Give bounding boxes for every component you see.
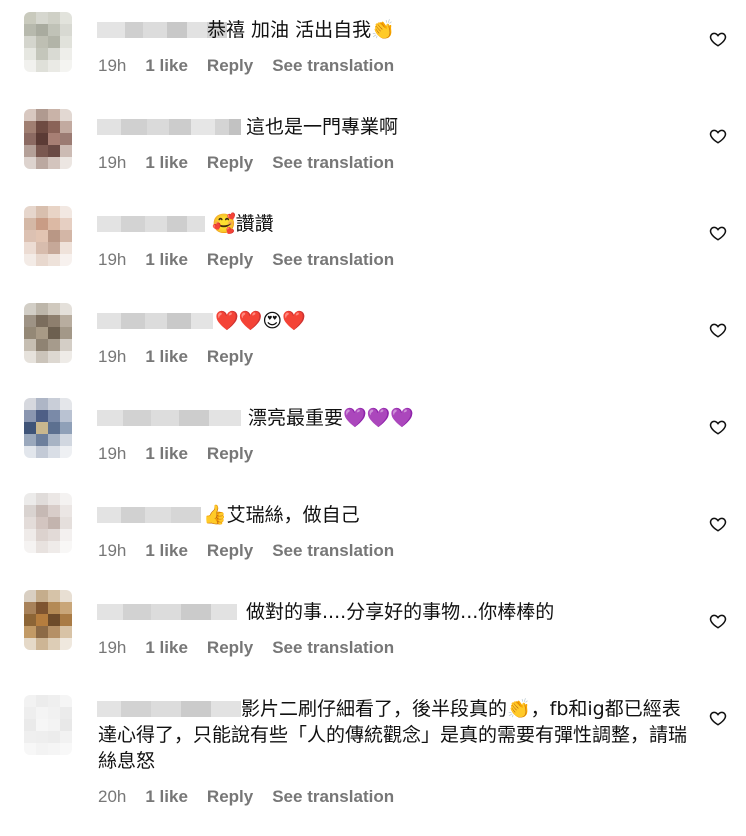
heart-outline-icon[interactable] bbox=[709, 612, 727, 630]
likes-count[interactable]: 1 like bbox=[145, 444, 188, 464]
reply-button[interactable]: Reply bbox=[207, 250, 253, 270]
heart-outline-icon[interactable] bbox=[709, 709, 727, 727]
reply-button[interactable]: Reply bbox=[207, 56, 253, 76]
timestamp: 19h bbox=[98, 153, 127, 172]
username-blurred[interactable] bbox=[97, 119, 241, 135]
avatar[interactable] bbox=[24, 493, 72, 553]
timestamp: 19h bbox=[98, 444, 127, 463]
avatar[interactable] bbox=[24, 398, 72, 458]
see-translation-button[interactable]: See translation bbox=[272, 153, 394, 173]
likes-count[interactable]: 1 like bbox=[145, 638, 188, 658]
comment-meta: 19h 1 like Reply See translation bbox=[98, 638, 413, 658]
comment-text: 影片二刷仔細看了，後半段真的👏，fb和ig都已經表達心得了，只能說有些「人的傳統… bbox=[98, 698, 688, 772]
likes-count[interactable]: 1 like bbox=[145, 347, 188, 367]
heart-outline-icon[interactable] bbox=[709, 30, 727, 48]
avatar[interactable] bbox=[24, 590, 72, 650]
heart-outline-icon[interactable] bbox=[709, 515, 727, 533]
comment-text: ❤️❤️😍❤️ bbox=[215, 310, 306, 332]
reply-button[interactable]: Reply bbox=[207, 638, 253, 658]
see-translation-button[interactable]: See translation bbox=[272, 250, 394, 270]
comment-meta: 19h 1 like Reply bbox=[98, 347, 272, 367]
see-translation-button[interactable]: See translation bbox=[272, 56, 394, 76]
heart-outline-icon[interactable] bbox=[709, 321, 727, 339]
username-blurred[interactable] bbox=[97, 313, 213, 329]
comment-meta: 20h 1 like Reply See translation bbox=[98, 787, 413, 807]
comment-text: 做對的事....分享好的事物...你棒棒的 bbox=[246, 601, 555, 623]
reply-button[interactable]: Reply bbox=[207, 444, 253, 464]
comment-meta: 19h 1 like Reply See translation bbox=[98, 541, 413, 561]
username-blurred[interactable] bbox=[97, 216, 205, 232]
comment-meta: 19h 1 like Reply See translation bbox=[98, 56, 413, 76]
reply-button[interactable]: Reply bbox=[207, 347, 253, 367]
comment-text: 漂亮最重要💜💜💜 bbox=[248, 407, 414, 429]
likes-count[interactable]: 1 like bbox=[145, 250, 188, 270]
username-blurred[interactable] bbox=[97, 507, 201, 523]
username-blurred[interactable] bbox=[97, 604, 237, 620]
timestamp: 19h bbox=[98, 250, 127, 269]
avatar[interactable] bbox=[24, 206, 72, 266]
avatar[interactable] bbox=[24, 12, 72, 72]
comment-text: 👍艾瑞絲，做自己 bbox=[203, 504, 360, 526]
timestamp: 20h bbox=[98, 787, 127, 806]
likes-count[interactable]: 1 like bbox=[145, 153, 188, 173]
timestamp: 19h bbox=[98, 541, 127, 560]
heart-outline-icon[interactable] bbox=[709, 418, 727, 436]
likes-count[interactable]: 1 like bbox=[145, 541, 188, 561]
reply-button[interactable]: Reply bbox=[207, 787, 253, 807]
comment-text: 恭禧 加油 活出自我👏 bbox=[207, 19, 395, 41]
avatar[interactable] bbox=[24, 695, 72, 755]
likes-count[interactable]: 1 like bbox=[145, 787, 188, 807]
comment-text: 這也是一門專業啊 bbox=[246, 116, 399, 138]
heart-outline-icon[interactable] bbox=[709, 224, 727, 242]
see-translation-button[interactable]: See translation bbox=[272, 787, 394, 807]
timestamp: 19h bbox=[98, 56, 127, 75]
see-translation-button[interactable]: See translation bbox=[272, 638, 394, 658]
comment-meta: 19h 1 like Reply See translation bbox=[98, 250, 413, 270]
comment-text: 🥰讚讚 bbox=[212, 213, 274, 235]
heart-outline-icon[interactable] bbox=[709, 127, 727, 145]
username-blurred[interactable] bbox=[97, 410, 241, 426]
comment-meta: 19h 1 like Reply See translation bbox=[98, 153, 413, 173]
avatar[interactable] bbox=[24, 109, 72, 169]
reply-button[interactable]: Reply bbox=[207, 541, 253, 561]
timestamp: 19h bbox=[98, 638, 127, 657]
avatar[interactable] bbox=[24, 303, 72, 363]
comment-meta: 19h 1 like Reply bbox=[98, 444, 272, 464]
timestamp: 19h bbox=[98, 347, 127, 366]
see-translation-button[interactable]: See translation bbox=[272, 541, 394, 561]
likes-count[interactable]: 1 like bbox=[145, 56, 188, 76]
reply-button[interactable]: Reply bbox=[207, 153, 253, 173]
